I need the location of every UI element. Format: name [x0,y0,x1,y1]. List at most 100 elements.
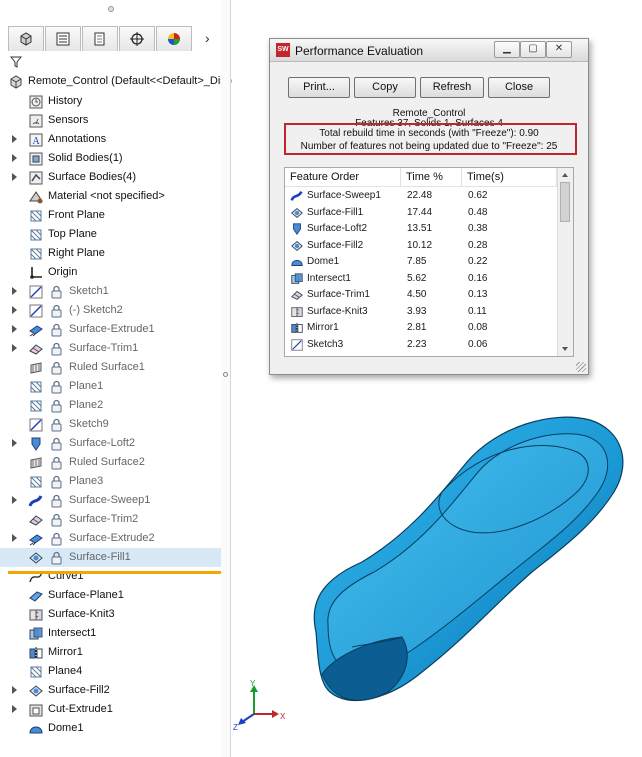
tree-item[interactable]: History [0,92,221,111]
feature-time-row[interactable]: Intersect1 5.62 0.16 [285,271,557,287]
tree-item-label: Surface-Extrude2 [69,532,155,544]
expand-arrow-icon[interactable] [12,534,17,542]
tree-item[interactable]: Mirror1 [0,643,221,662]
tree-item-label: Surface-Fill2 [48,684,110,696]
tab-scroll-right-icon[interactable]: › [205,30,210,46]
feature-time-row[interactable]: Mirror1 2.81 0.08 [285,320,557,336]
expand-arrow-icon[interactable] [12,344,17,352]
close-button[interactable]: Close [488,77,550,98]
tree-item[interactable]: Plane2 [0,396,221,415]
manager-tab-property-manager[interactable] [45,26,81,51]
tree-item[interactable]: Material <not specified> [0,187,221,206]
tree-item[interactable]: Cut-Extrude1 [0,700,221,719]
tree-item-label: Sketch1 [69,285,109,297]
feature-time-row[interactable]: Surface-Sweep1 22.48 0.62 [285,188,557,204]
pane-splitter[interactable] [221,0,231,757]
expand-arrow-icon[interactable] [12,686,17,694]
column-header-feature-order[interactable]: Feature Order [285,168,401,186]
tree-item[interactable]: Surface-Knit3 [0,605,221,624]
rollback-bar[interactable] [8,571,221,574]
feature-time-list[interactable]: Feature Order Time % Time(s) Surface-Swe… [284,167,574,357]
feature-time-row[interactable]: Surface-Trim1 4.50 0.13 [285,287,557,303]
plane-icon [30,400,42,412]
tree-item[interactable]: Surface-Plane1 [0,586,221,605]
tree-item-label: Surface-Extrude1 [69,323,155,335]
refresh-button[interactable]: Refresh [420,77,484,98]
expand-arrow-icon[interactable] [12,496,17,504]
tree-item[interactable]: Plane4 [0,662,221,681]
expand-arrow-icon[interactable] [12,287,17,295]
tree-item[interactable]: Front Plane [0,206,221,225]
list-scrollbar[interactable] [557,168,573,356]
tree-item[interactable]: Curve1 [0,567,221,586]
triad-z-label: Z [233,723,238,730]
feature-time-row[interactable]: Dome1 7.85 0.22 [285,254,557,270]
expand-arrow-icon[interactable] [12,439,17,447]
column-header-time-pct[interactable]: Time % [401,168,462,186]
close-window-button[interactable]: ✕ [546,41,572,58]
tree-item[interactable]: Surface-Trim2 [0,510,221,529]
tree-item-label: Sensors [48,114,89,126]
resize-grip-icon[interactable] [576,362,586,372]
tree-item[interactable]: Intersect1 [0,624,221,643]
surface-fill-icon [291,207,303,218]
tree-item[interactable]: Surface-Fill2 [0,681,221,700]
tree-item[interactable]: Sketch9 [0,415,221,434]
tree-item[interactable]: Sketch1 [0,282,221,301]
feature-time-row[interactable]: Surface-Loft2 13.51 0.38 [285,221,557,237]
scroll-up-icon[interactable] [562,173,568,177]
maximize-button[interactable]: ▢ [520,41,546,58]
scroll-down-icon[interactable] [562,347,568,351]
tree-item[interactable]: Plane3 [0,472,221,491]
tree-item[interactable]: Solid Bodies(1) [0,149,221,168]
filter-icon[interactable] [10,56,22,68]
expand-arrow-icon[interactable] [12,135,17,143]
expand-arrow-icon[interactable] [12,325,17,333]
dialog-titlebar[interactable]: SW Performance Evaluation ▁ ▢ ✕ [270,39,588,62]
minimize-button[interactable]: ▁ [494,41,520,58]
feature-time-row[interactable]: Sketch3 2.23 0.06 [285,337,557,353]
tree-item[interactable]: Origin [0,263,221,282]
cut-extrude-icon [29,704,43,717]
triad-x-label: X [280,712,286,721]
feature-time-row[interactable]: Surface-Fill1 17.44 0.48 [285,205,557,221]
freeze-lock-icon [51,380,62,394]
copy-button[interactable]: Copy [354,77,416,98]
tree-item[interactable]: Dome1 [0,719,221,738]
expand-arrow-icon[interactable] [12,705,17,713]
manager-tabs [8,26,193,52]
tree-item[interactable]: Surface-Fill1 [0,548,221,567]
tree-item[interactable]: Surface-Trim1 [0,339,221,358]
print-button[interactable]: Print... [288,77,350,98]
feature-time-row[interactable]: Surface-Fill2 10.12 0.28 [285,238,557,254]
tree-root[interactable]: Remote_Control (Default<<Default>_Disp [0,72,232,91]
tree-item[interactable]: Surface-Extrude2 [0,529,221,548]
column-header-time-secs[interactable]: Time(s) [462,168,557,186]
tree-item[interactable]: Top Plane [0,225,221,244]
panel-drag-bar[interactable] [0,0,221,20]
feature-time-row[interactable]: Surface-Knit3 3.93 0.11 [285,304,557,320]
remote-control-model[interactable] [292,392,632,712]
tree-item[interactable]: Surface-Loft2 [0,434,221,453]
scroll-thumb[interactable] [560,182,570,222]
tree-item[interactable]: Surface Bodies(4) [0,168,221,187]
tree-item[interactable]: Plane1 [0,377,221,396]
feature-name: Sketch3 [307,338,344,350]
surface-fill-icon [29,685,43,697]
tree-item[interactable]: (-) Sketch2 [0,301,221,320]
expand-arrow-icon[interactable] [12,154,17,162]
manager-tab-dimxpert[interactable] [119,26,155,51]
surface-loft-icon [31,437,41,451]
manager-tab-configuration-manager[interactable] [82,26,118,51]
tree-item[interactable]: Right Plane [0,244,221,263]
tree-item[interactable]: Surface-Extrude1 [0,320,221,339]
tree-item[interactable]: A Annotations [0,130,221,149]
tree-item[interactable]: Ruled Surface2 [0,453,221,472]
manager-tab-feature-manager[interactable] [8,26,44,51]
tree-item[interactable]: Surface-Sweep1 [0,491,221,510]
tree-item[interactable]: Ruled Surface1 [0,358,221,377]
manager-tab-display-manager[interactable] [156,26,192,51]
expand-arrow-icon[interactable] [12,306,17,314]
tree-item[interactable]: Sensors [0,111,221,130]
expand-arrow-icon[interactable] [12,173,17,181]
